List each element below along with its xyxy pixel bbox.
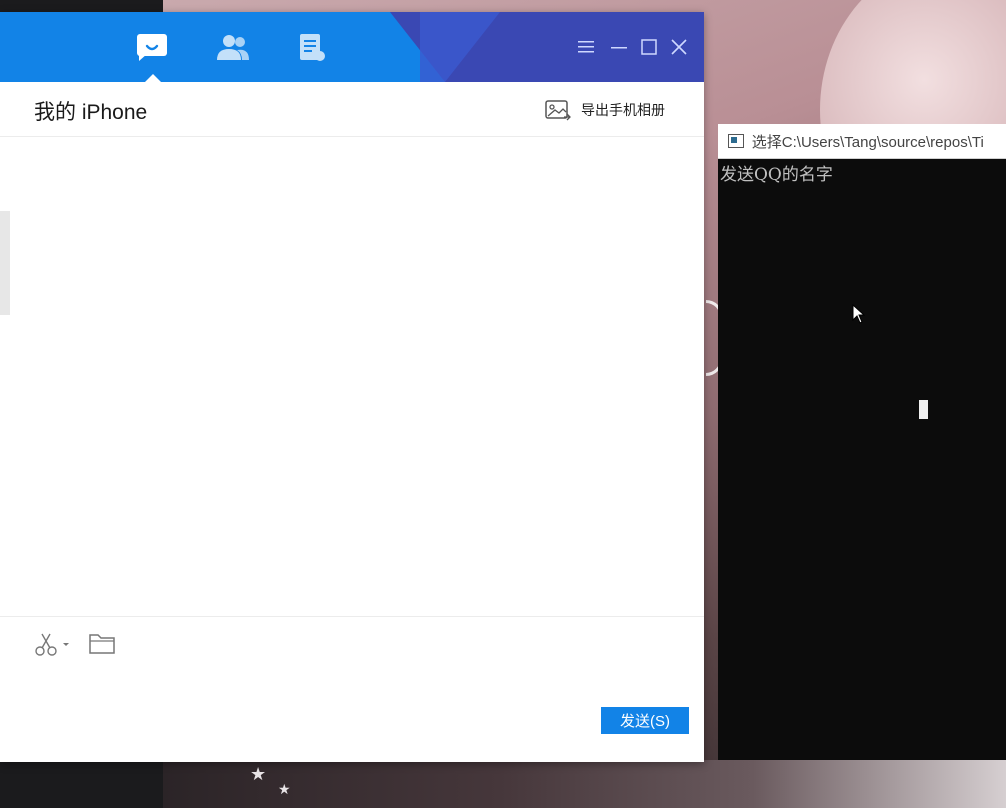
console-output-line: 发送QQ的名字 — [720, 165, 833, 185]
tab-messages[interactable] — [135, 30, 171, 64]
star-decoration: ★ — [250, 764, 267, 785]
export-album-button[interactable]: 导出手机相册 — [545, 98, 665, 122]
screenshot-button[interactable] — [34, 631, 72, 657]
image-export-icon — [545, 100, 571, 121]
menu-icon — [578, 41, 594, 53]
send-button[interactable]: 发送(S) — [601, 707, 689, 734]
tab-files[interactable] — [294, 30, 330, 64]
active-tab-indicator — [145, 74, 161, 82]
file-doc-icon — [300, 34, 325, 61]
contacts-icon — [217, 35, 249, 60]
scissors-icon — [35, 633, 69, 656]
chat-title: 我的 iPhone — [34, 101, 148, 124]
message-input-area[interactable] — [0, 672, 704, 722]
scrollbar[interactable] — [0, 211, 10, 315]
qq-chat-window: 我的 iPhone 导出手机相册 发送(S) — [0, 12, 704, 762]
maximize-button[interactable] — [640, 38, 658, 56]
qq-header — [0, 12, 704, 82]
send-file-button[interactable] — [88, 631, 116, 655]
console-titlebar[interactable]: 选择C:\Users\Tang\source\repos\Ti — [718, 124, 1006, 159]
chat-title-bar: 我的 iPhone 导出手机相册 — [0, 82, 704, 137]
star-decoration: ★ — [278, 782, 291, 798]
tab-contacts[interactable] — [215, 30, 251, 64]
export-album-label: 导出手机相册 — [581, 103, 665, 119]
console-window: 选择C:\Users\Tang\source\repos\Ti 发送QQ的名字 — [718, 124, 1006, 760]
input-toolbar — [0, 616, 704, 671]
console-text-cursor — [919, 400, 928, 419]
close-button[interactable] — [670, 38, 688, 56]
folder-icon — [89, 634, 115, 654]
chat-bubble-icon — [137, 34, 167, 61]
maximize-icon — [641, 39, 657, 55]
console-title: 选择C:\Users\Tang\source\repos\Ti — [751, 133, 984, 151]
menu-button[interactable] — [577, 38, 595, 56]
close-icon — [671, 39, 687, 55]
message-history-area[interactable] — [0, 137, 704, 615]
minimize-button[interactable] — [610, 38, 628, 56]
minimize-icon — [611, 47, 627, 49]
console-app-icon — [728, 134, 744, 148]
mouse-pointer-icon — [852, 303, 866, 328]
